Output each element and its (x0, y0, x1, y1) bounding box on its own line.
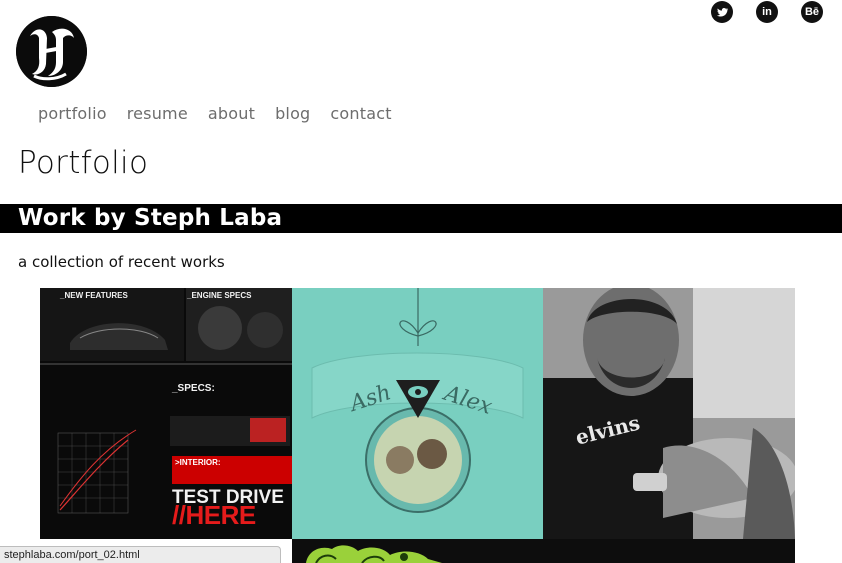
portfolio-tile-partial[interactable] (292, 539, 795, 563)
band-title: Work by Steph Laba (18, 205, 283, 231)
behance-label: Bē (804, 6, 820, 18)
audi-interior: >INTERIOR: (175, 458, 221, 467)
portfolio-tile-audi[interactable]: _NEW FEATURES _ENGINE SPECS _SPECS: >INT… (40, 288, 292, 539)
nav-portfolio[interactable]: portfolio (38, 104, 107, 123)
portfolio-tile-ash-alex[interactable]: Ash Alex (292, 288, 543, 539)
site-logo[interactable] (16, 16, 87, 87)
browser-status-bar: stephlaba.com/port_02.html (0, 546, 281, 563)
audi-here: //HERE (172, 500, 256, 530)
page-subtitle: a collection of recent works (18, 253, 225, 271)
main-nav: portfolio resume about blog contact (38, 104, 412, 123)
nav-resume[interactable]: resume (127, 104, 188, 123)
linkedin-icon[interactable]: in (756, 1, 778, 23)
portfolio-tile-tattoo-photo[interactable]: elvins (543, 288, 795, 539)
nav-contact[interactable]: contact (330, 104, 391, 123)
linkedin-label: in (762, 6, 772, 18)
page-title: Portfolio (18, 145, 149, 181)
audi-interior-box: >INTERIOR: (172, 456, 292, 484)
nav-about[interactable]: about (208, 104, 255, 123)
audi-new-features: _NEW FEATURES (60, 291, 128, 300)
nav-blog[interactable]: blog (275, 104, 310, 123)
twitter-icon[interactable] (711, 1, 733, 23)
audi-engine-specs: _ENGINE SPECS (187, 291, 252, 300)
status-url: stephlaba.com/port_02.html (4, 549, 140, 561)
behance-icon[interactable]: Bē (801, 1, 823, 23)
audi-specs: _SPECS: (172, 383, 215, 394)
